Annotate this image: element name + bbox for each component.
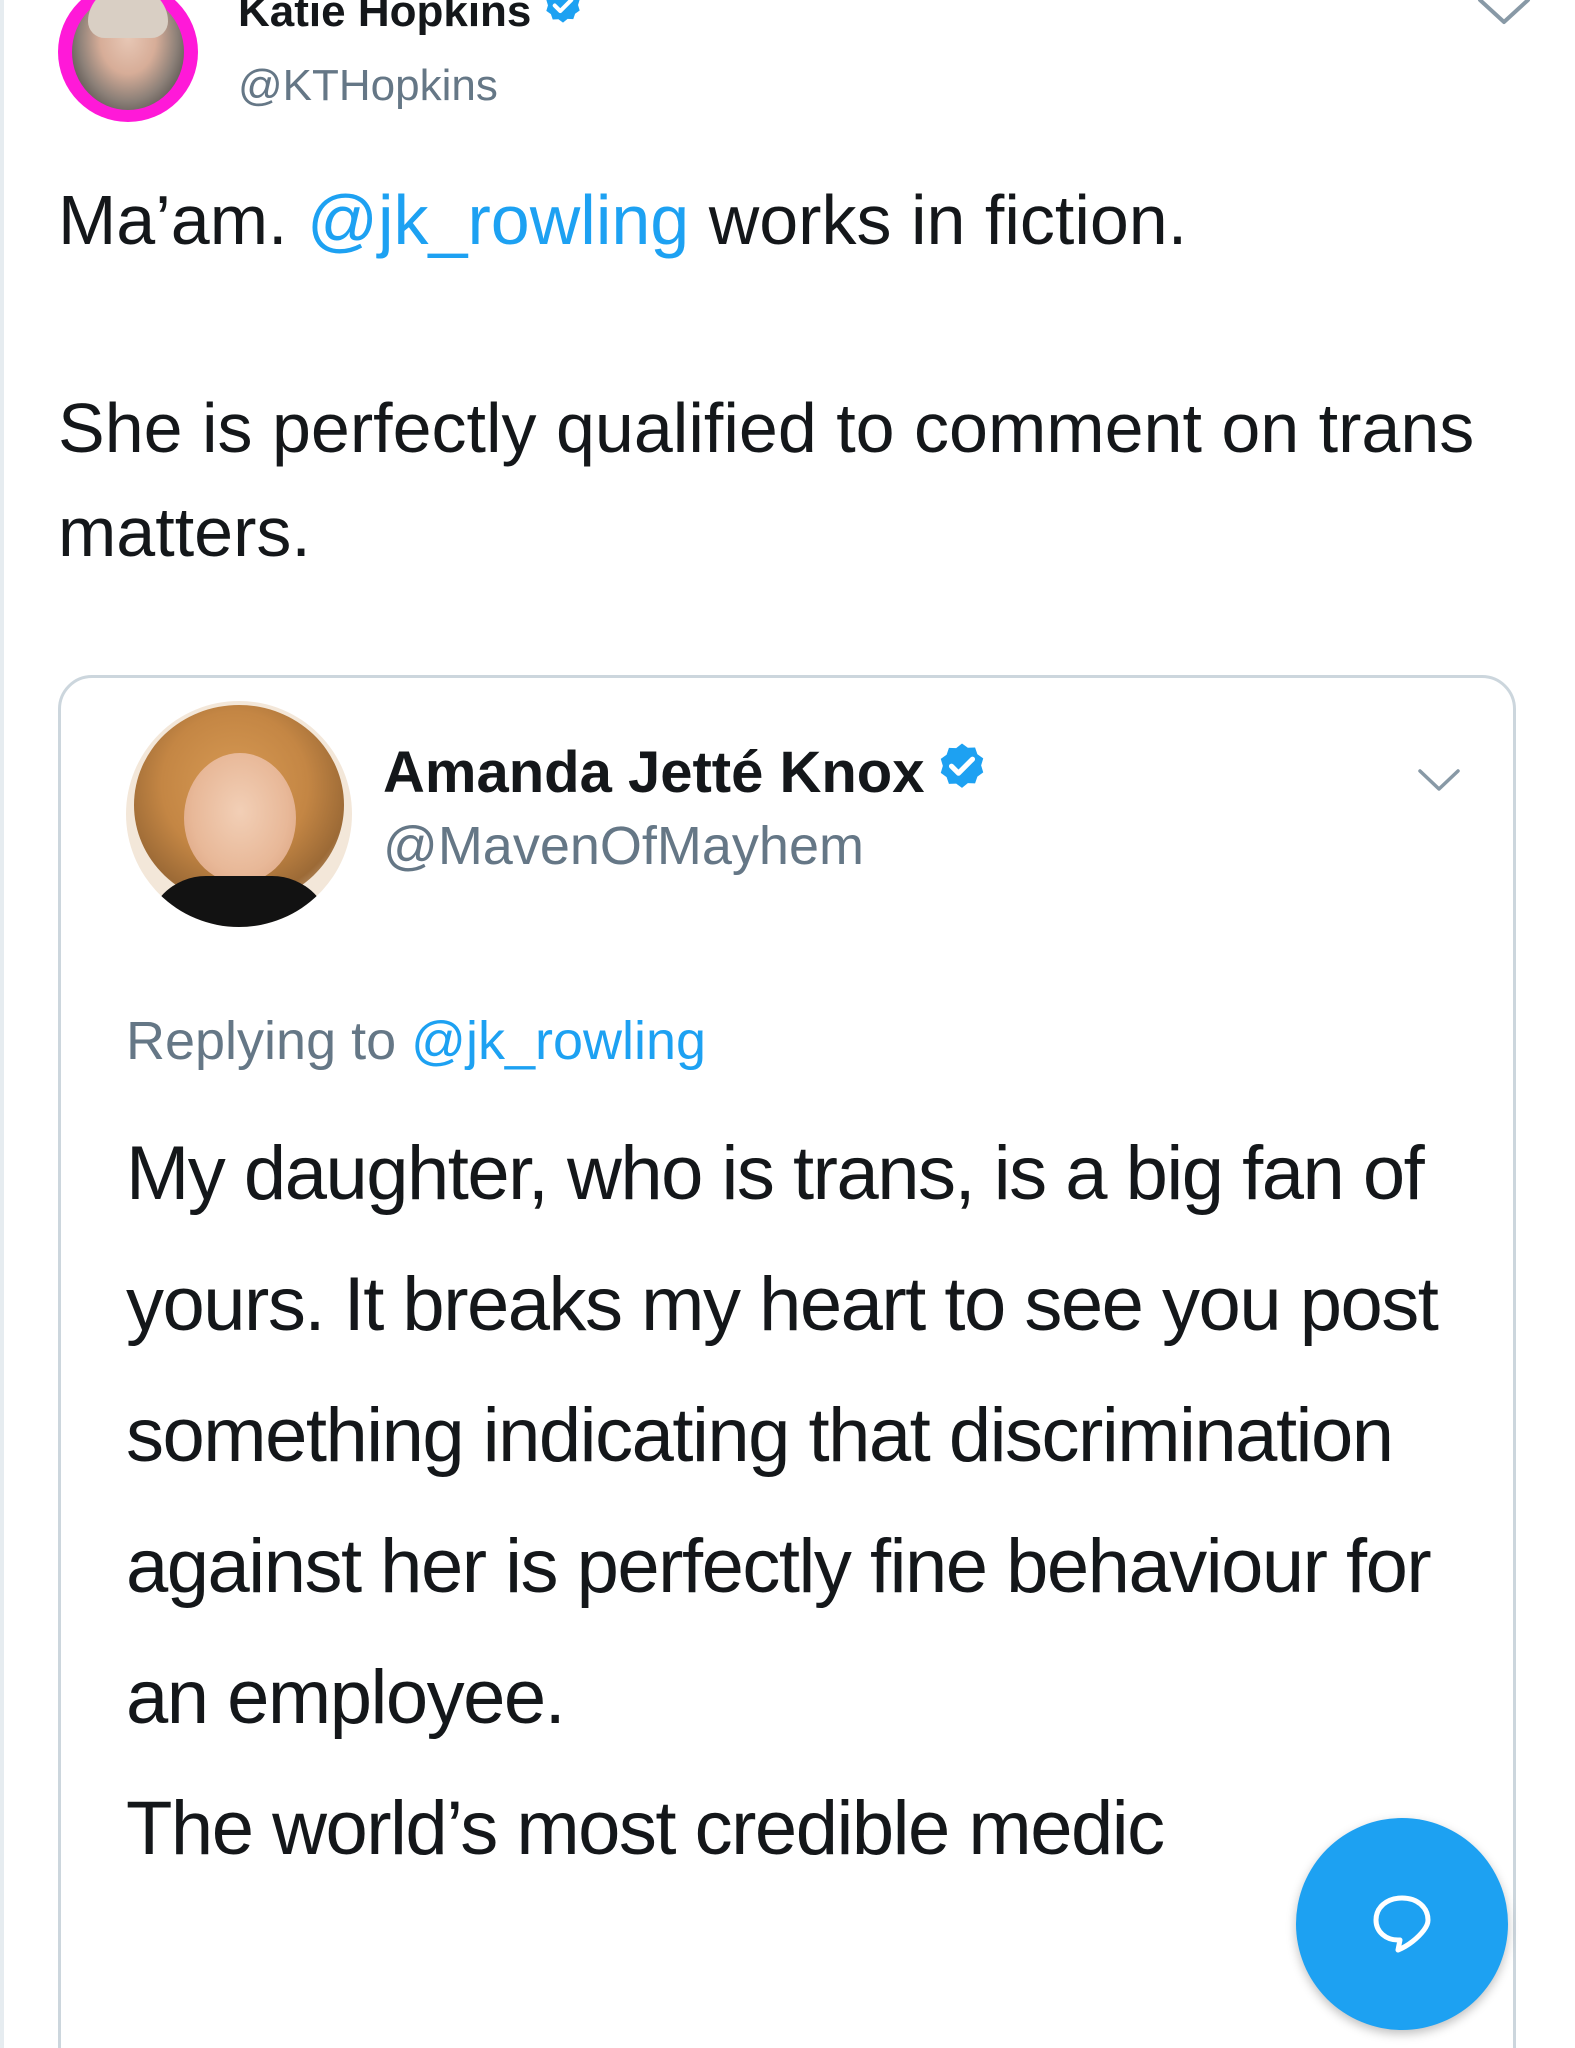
verified-badge-icon	[541, 0, 585, 43]
tweet-text-segment: works in fiction.	[689, 181, 1188, 259]
quoted-tweet-paragraph2: The world’s most credible medic	[126, 1786, 1165, 1871]
compose-reply-button[interactable]	[1296, 1818, 1508, 2030]
replying-mention-link[interactable]: @jk_rowling	[411, 1011, 706, 1071]
quoted-author-name[interactable]: Amanda Jetté Knox	[383, 737, 990, 813]
quoted-tweet-card[interactable]: Amanda Jetté Knox @MavenOfMayhem Replyin…	[58, 675, 1516, 2048]
tweet-text-paragraph2: She is perfectly qualified to comment on…	[58, 389, 1475, 571]
quoted-tweet-paragraph1: My daughter, who is trans, is a big fan …	[126, 1131, 1439, 1740]
author-handle[interactable]: @KTHopkins	[238, 58, 498, 114]
mention-link[interactable]: @jk_rowling	[307, 181, 689, 259]
author-name[interactable]: Katie Hopkins	[238, 0, 585, 43]
replying-prefix: Replying to	[126, 1011, 412, 1071]
author-name-text: Katie Hopkins	[238, 0, 532, 36]
quoted-avatar-face	[184, 753, 296, 883]
tweet-text-line1: Ma’am. @jk_rowling works in fiction.	[58, 168, 1518, 272]
avatar[interactable]	[58, 0, 198, 122]
quoted-avatar[interactable]	[126, 701, 352, 927]
chevron-down-icon[interactable]	[1474, 0, 1534, 37]
quoted-author-handle[interactable]: @MavenOfMayhem	[383, 811, 864, 881]
quoted-tweet-text: My daughter, who is trans, is a big fan …	[126, 1108, 1466, 1894]
timeline-border	[0, 0, 4, 2048]
avatar-photo-hair	[88, 0, 168, 38]
quoted-author-name-text: Amanda Jetté Knox	[383, 740, 925, 805]
chevron-down-icon[interactable]	[1415, 764, 1463, 801]
verified-badge-icon	[934, 740, 990, 813]
speech-bubble-icon	[1362, 1882, 1442, 1967]
tweet-text: Ma’am. @jk_rowling works in fiction. She…	[58, 168, 1518, 584]
screen: Katie Hopkins @KTHopkins Ma’am. @jk_rowl…	[0, 0, 1575, 2048]
tweet-text-segment: Ma’am.	[58, 181, 307, 259]
replying-to: Replying to @jk_rowling	[126, 1006, 706, 1076]
